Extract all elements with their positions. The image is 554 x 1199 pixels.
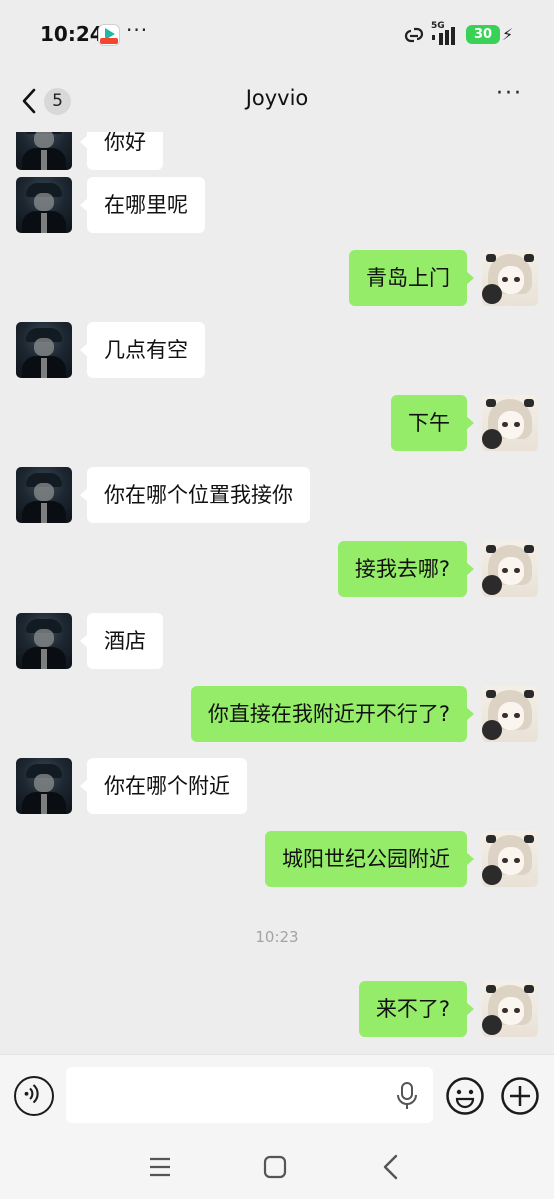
message-bubble[interactable]: 在哪里呢 [80,177,205,233]
message-row: 你好 [0,132,554,170]
chat-title: Joyvio [245,86,309,110]
message-bubble[interactable]: 城阳世纪公园附近 [265,831,474,887]
chat-header: 5 Joyvio ··· [0,68,554,132]
message-row: 酒店 [0,613,554,669]
charging-icon: ⚡ [502,25,514,44]
message-bubble[interactable]: 来不了? [358,981,475,1037]
message-bubble[interactable]: 你在哪个位置我接你 [80,467,310,523]
message-input[interactable] [66,1067,433,1123]
status-bar: 10:24 ··· 5G 30 ⚡ [0,0,554,68]
contact-avatar[interactable] [16,322,72,378]
message-row: 你在哪个附近 [0,758,554,814]
system-navigation-bar [0,1136,554,1199]
message-row: 在哪里呢 [0,177,554,233]
message-bubble[interactable]: 接我去哪? [337,541,475,597]
status-time: 10:24 [40,22,104,46]
message-row: 下午 [0,395,554,451]
signal-icon [432,27,455,45]
message-bubble[interactable]: 你直接在我附近开不行了? [190,686,475,742]
voice-toggle-button[interactable] [14,1076,54,1116]
back-icon[interactable] [378,1153,404,1181]
message-bubble[interactable]: 几点有空 [80,322,205,378]
my-avatar[interactable] [482,250,538,306]
message-bubble[interactable]: 你好 [80,132,163,170]
voice-icon [24,1084,39,1104]
my-avatar[interactable] [482,395,538,451]
my-avatar[interactable] [482,981,538,1037]
battery-icon: 30 [466,25,500,44]
contact-avatar[interactable] [16,132,72,170]
home-icon[interactable] [262,1154,288,1180]
message-row: 你直接在我附近开不行了? [0,686,554,742]
message-timestamp: 10:23 [255,928,299,946]
my-avatar[interactable] [482,541,538,597]
message-bubble[interactable]: 你在哪个附近 [80,758,247,814]
status-more-icon: ··· [126,18,149,42]
message-bubble[interactable]: 下午 [391,395,474,451]
mic-icon[interactable] [395,1081,419,1111]
more-options-button[interactable]: ··· [496,83,536,112]
message-row: 你在哪个位置我接你 [0,467,554,523]
plus-icon[interactable] [500,1076,540,1116]
message-row: 几点有空 [0,322,554,378]
emoji-icon[interactable] [445,1076,485,1116]
my-avatar[interactable] [482,686,538,742]
message-list[interactable]: 你好 在哪里呢 青岛上门 几点有空 下午 你在哪个位置我接你 接我去哪? 酒店 … [0,132,554,1054]
contact-avatar[interactable] [16,613,72,669]
contact-avatar[interactable] [16,467,72,523]
my-avatar[interactable] [482,831,538,887]
contact-avatar[interactable] [16,177,72,233]
app-icon [98,24,120,46]
message-bubble[interactable]: 青岛上门 [349,250,474,306]
message-row: 城阳世纪公园附近 [0,831,554,887]
input-bar [0,1054,554,1136]
contact-avatar[interactable] [16,758,72,814]
message-row: 来不了? [0,981,554,1037]
message-row: 接我去哪? [0,541,554,597]
message-row: 青岛上门 [0,250,554,306]
menu-icon[interactable] [147,1154,173,1180]
link-icon [404,27,424,43]
message-bubble[interactable]: 酒店 [80,613,163,669]
